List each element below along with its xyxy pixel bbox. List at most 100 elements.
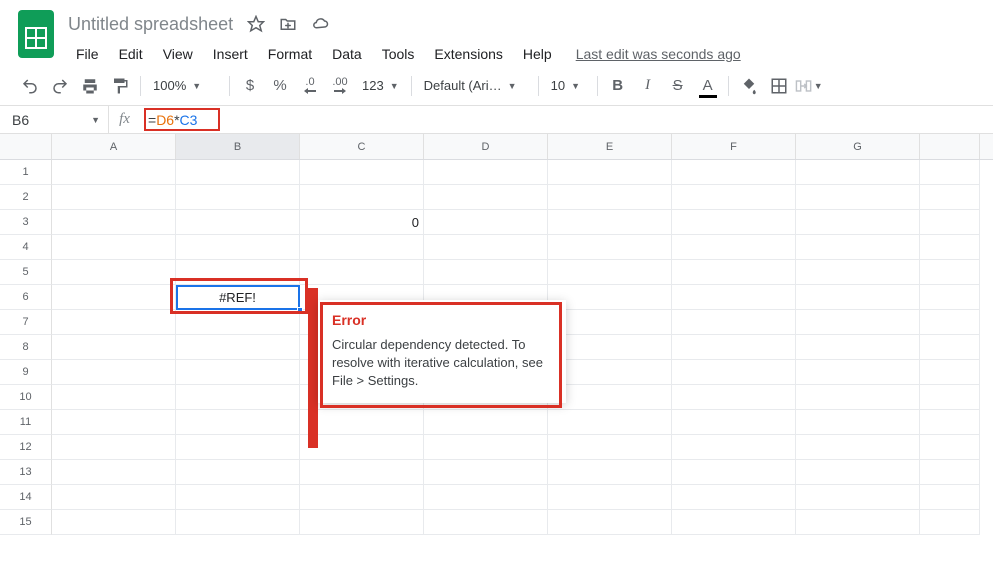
cell-h5[interactable] (920, 260, 980, 285)
cell-h13[interactable] (920, 460, 980, 485)
cell-f14[interactable] (672, 485, 796, 510)
cell-d2[interactable] (424, 185, 548, 210)
cell-a13[interactable] (52, 460, 176, 485)
cell-d11[interactable] (424, 410, 548, 435)
cell-f6[interactable] (672, 285, 796, 310)
zoom-select[interactable]: 100%▼ (147, 72, 223, 100)
cell-d15[interactable] (424, 510, 548, 535)
cell-h6[interactable] (920, 285, 980, 310)
cell-g15[interactable] (796, 510, 920, 535)
row-header-11[interactable]: 11 (0, 410, 52, 435)
cell-g7[interactable] (796, 310, 920, 335)
cell-b7[interactable] (176, 310, 300, 335)
font-size-select[interactable]: 10▼ (545, 72, 591, 100)
formula-input[interactable]: =D6*C3 (140, 106, 993, 133)
cell-a7[interactable] (52, 310, 176, 335)
menu-help[interactable]: Help (515, 42, 560, 66)
cell-d14[interactable] (424, 485, 548, 510)
cell-b12[interactable] (176, 435, 300, 460)
cell-c14[interactable] (300, 485, 424, 510)
col-header-d[interactable]: D (424, 134, 548, 159)
cell-f8[interactable] (672, 335, 796, 360)
paint-format-button[interactable] (106, 72, 134, 100)
cell-c13[interactable] (300, 460, 424, 485)
star-icon[interactable] (247, 15, 265, 33)
cell-e10[interactable] (548, 385, 672, 410)
cell-d13[interactable] (424, 460, 548, 485)
cell-h12[interactable] (920, 435, 980, 460)
row-header-12[interactable]: 12 (0, 435, 52, 460)
cell-g5[interactable] (796, 260, 920, 285)
cell-b14[interactable] (176, 485, 300, 510)
redo-button[interactable] (46, 72, 74, 100)
cell-f5[interactable] (672, 260, 796, 285)
cell-b10[interactable] (176, 385, 300, 410)
cell-f12[interactable] (672, 435, 796, 460)
menu-view[interactable]: View (155, 42, 201, 66)
cell-h3[interactable] (920, 210, 980, 235)
text-color-button[interactable]: A (694, 72, 722, 100)
cell-e13[interactable] (548, 460, 672, 485)
merge-button[interactable]: ▼ (795, 72, 823, 100)
cell-h1[interactable] (920, 160, 980, 185)
cell-f13[interactable] (672, 460, 796, 485)
cell-f10[interactable] (672, 385, 796, 410)
cell-e2[interactable] (548, 185, 672, 210)
cell-h7[interactable] (920, 310, 980, 335)
cell-h10[interactable] (920, 385, 980, 410)
cell-g2[interactable] (796, 185, 920, 210)
cell-c11[interactable] (300, 410, 424, 435)
cell-h14[interactable] (920, 485, 980, 510)
cell-d4[interactable] (424, 235, 548, 260)
row-header-4[interactable]: 4 (0, 235, 52, 260)
cell-e8[interactable] (548, 335, 672, 360)
cell-e4[interactable] (548, 235, 672, 260)
menu-format[interactable]: Format (260, 42, 320, 66)
cell-f1[interactable] (672, 160, 796, 185)
cell-c1[interactable] (300, 160, 424, 185)
cell-f7[interactable] (672, 310, 796, 335)
col-header-g[interactable]: G (796, 134, 920, 159)
cell-g8[interactable] (796, 335, 920, 360)
cell-f3[interactable] (672, 210, 796, 235)
row-header-5[interactable]: 5 (0, 260, 52, 285)
cell-b1[interactable] (176, 160, 300, 185)
row-header-2[interactable]: 2 (0, 185, 52, 210)
cell-e15[interactable] (548, 510, 672, 535)
row-header-7[interactable]: 7 (0, 310, 52, 335)
cell-a10[interactable] (52, 385, 176, 410)
grid-body[interactable]: 0 #REF! Error Circular dependency detect… (52, 160, 993, 535)
cell-g3[interactable] (796, 210, 920, 235)
cell-a12[interactable] (52, 435, 176, 460)
cell-f2[interactable] (672, 185, 796, 210)
cell-a2[interactable] (52, 185, 176, 210)
cell-e7[interactable] (548, 310, 672, 335)
col-header-b[interactable]: B (176, 134, 300, 159)
cell-a4[interactable] (52, 235, 176, 260)
cell-b9[interactable] (176, 360, 300, 385)
cell-h9[interactable] (920, 360, 980, 385)
cell-c5[interactable] (300, 260, 424, 285)
row-header-14[interactable]: 14 (0, 485, 52, 510)
cell-g13[interactable] (796, 460, 920, 485)
select-all-corner[interactable] (0, 134, 52, 160)
increase-decimal-button[interactable]: .00 (326, 72, 354, 100)
cell-a5[interactable] (52, 260, 176, 285)
cell-a11[interactable] (52, 410, 176, 435)
menu-tools[interactable]: Tools (374, 42, 423, 66)
col-header-f[interactable]: F (672, 134, 796, 159)
cell-f15[interactable] (672, 510, 796, 535)
cell-g14[interactable] (796, 485, 920, 510)
number-format-select[interactable]: 123▼ (356, 72, 405, 100)
cell-a9[interactable] (52, 360, 176, 385)
cell-e12[interactable] (548, 435, 672, 460)
cell-h4[interactable] (920, 235, 980, 260)
cell-b4[interactable] (176, 235, 300, 260)
cell-a6[interactable] (52, 285, 176, 310)
cell-d3[interactable] (424, 210, 548, 235)
cell-c12[interactable] (300, 435, 424, 460)
cell-b5[interactable] (176, 260, 300, 285)
print-button[interactable] (76, 72, 104, 100)
bold-button[interactable]: B (604, 72, 632, 100)
currency-button[interactable]: $ (236, 72, 264, 100)
